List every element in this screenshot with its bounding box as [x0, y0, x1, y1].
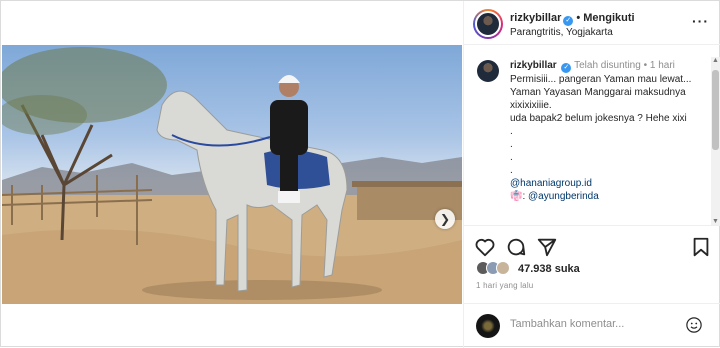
verified-badge-icon: ✓ — [561, 63, 572, 73]
share-icon[interactable] — [536, 236, 558, 258]
kimono-emoji: 👘: — [510, 191, 526, 202]
chevron-right-icon: ❯ — [439, 212, 451, 226]
separator-dot: • — [643, 60, 648, 71]
liker-avatar — [496, 261, 510, 275]
bookmark-icon[interactable] — [690, 236, 712, 258]
caption-body: rizkybillar ✓ Telah disunting • 1 hari P… — [510, 59, 706, 203]
caption-line: . — [510, 152, 513, 163]
comment-input[interactable] — [510, 318, 680, 330]
comment-bar — [464, 303, 720, 348]
caption-line: uda bapak2 belum jokesnya ? Hehe xixi — [510, 113, 687, 124]
liker-avatars[interactable] — [476, 261, 510, 275]
comment-icon[interactable] — [505, 236, 527, 258]
author-avatar[interactable] — [473, 9, 503, 39]
caption-scrollbar[interactable]: ▲ ▼ — [711, 57, 720, 225]
caption-time: 1 hari — [649, 60, 675, 71]
author-username[interactable]: rizkybillar — [510, 12, 561, 24]
caption-line: Permisiii... pangeran Yaman mau lewat... — [510, 74, 692, 85]
post-sidebar: rizkybillar ✓ • Mengikuti Parangtritis, Yog… — [463, 1, 720, 348]
scroll-up-icon[interactable]: ▲ — [712, 57, 719, 64]
post-photo[interactable]: ❯ — [2, 45, 462, 304]
caption-line: . — [510, 126, 513, 137]
current-user-avatar — [476, 314, 500, 338]
edited-label: Telah disunting — [574, 60, 641, 71]
caption-line: . — [510, 165, 513, 176]
caption-avatar[interactable] — [477, 60, 499, 82]
author-line: rizkybillar ✓ • Mengikuti — [510, 12, 635, 26]
more-icon[interactable]: ··· — [692, 13, 709, 29]
caption-line: xixixixiiie. — [510, 100, 552, 111]
mention-link[interactable]: @hananiagroup.id — [510, 177, 706, 190]
scroll-down-icon[interactable]: ▼ — [712, 218, 719, 225]
emoji-icon[interactable] — [685, 316, 703, 334]
caption-line: Yaman Yayasan Manggarai maksudnya — [510, 87, 686, 98]
scroll-thumb[interactable] — [712, 70, 719, 150]
following-button[interactable]: Mengikuti — [583, 12, 634, 24]
carousel-next-button[interactable]: ❯ — [435, 209, 455, 229]
photo-scene — [2, 47, 462, 304]
separator-dot: • — [576, 12, 581, 24]
mention-link[interactable]: @ayungberinda — [528, 191, 599, 202]
heart-icon[interactable] — [474, 236, 496, 258]
post-timestamp[interactable]: 1 hari yang lalu — [476, 281, 533, 290]
likes-count[interactable]: 47.938 suka — [518, 263, 580, 275]
post-actions: 47.938 suka 1 hari yang lalu — [464, 225, 720, 315]
caption-line: . — [510, 139, 513, 150]
caption-username[interactable]: rizkybillar — [510, 60, 557, 71]
caption-area: rizkybillar ✓ Telah disunting • 1 hari P… — [464, 46, 711, 224]
post-location[interactable]: Parangtritis, Yogjakarta — [510, 27, 613, 38]
post-modal: ❯ rizkybillar ✓ • Mengikuti Parangtritis, Y… — [0, 0, 720, 348]
verified-badge-icon: ✓ — [563, 16, 574, 26]
post-header: rizkybillar ✓ • Mengikuti Parangtritis, Yog… — [464, 1, 720, 45]
